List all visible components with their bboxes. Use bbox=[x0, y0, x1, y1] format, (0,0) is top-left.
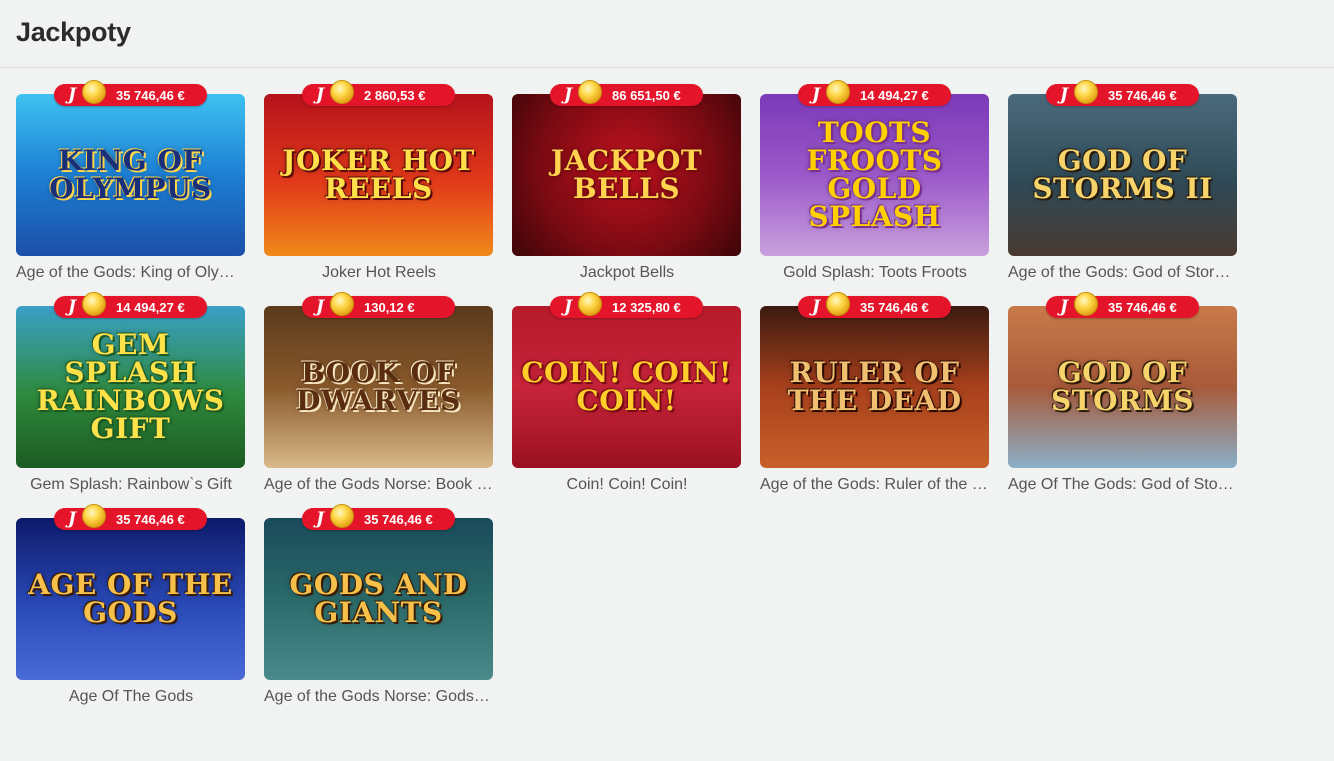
jackpot-letter: J bbox=[564, 85, 573, 105]
game-thumbnail[interactable]: Jackpot Bells bbox=[512, 94, 741, 256]
game-title[interactable]: Age of the Gods Norse: Book of ... bbox=[264, 476, 494, 494]
coin-icon bbox=[1074, 292, 1098, 316]
jackpot-letter: J bbox=[812, 297, 821, 317]
jackpot-amount: 35 746,46 € bbox=[116, 87, 185, 103]
game-title[interactable]: Age of the Gods: God of Storms 2 bbox=[1008, 264, 1238, 282]
coin-icon bbox=[82, 80, 106, 104]
game-title[interactable]: Gem Splash: Rainbow`s Gift bbox=[16, 476, 246, 494]
game-tile[interactable]: Gem Splash Rainbows Gift J 14 494,27 € Gem … bbox=[16, 292, 246, 518]
jackpot-badge: J 14 494,27 € bbox=[798, 80, 951, 106]
game-tile[interactable]: Gods and Giants J 35 746,46 € Age of the Go… bbox=[264, 504, 494, 730]
game-thumbnail[interactable]: God of Storms bbox=[1008, 306, 1237, 468]
game-title[interactable]: Joker Hot Reels bbox=[264, 264, 494, 282]
game-title[interactable]: Age Of The Gods: God of Storms bbox=[1008, 476, 1238, 494]
jackpot-letter: J bbox=[68, 509, 77, 529]
game-thumbnail[interactable]: Gem Splash Rainbows Gift bbox=[16, 306, 245, 468]
game-logo: Coin! Coin! Coin! bbox=[521, 356, 732, 417]
coin-icon bbox=[578, 292, 602, 316]
game-title[interactable]: Age of the Gods Norse: Gods an... bbox=[264, 688, 494, 706]
game-logo: God of Storms bbox=[1051, 356, 1194, 417]
jackpot-amount: 35 746,46 € bbox=[1108, 87, 1177, 103]
game-tile[interactable]: Coin! Coin! Coin! J 12 325,80 € Coin! Coin!… bbox=[512, 292, 742, 518]
jackpot-letter: J bbox=[1060, 297, 1069, 317]
game-logo: Jackpot Bells bbox=[550, 144, 703, 205]
jackpot-badge: J 130,12 € bbox=[302, 292, 455, 318]
jackpot-amount: 35 746,46 € bbox=[364, 511, 433, 527]
jackpot-badge: J 35 746,46 € bbox=[54, 504, 207, 530]
game-title[interactable]: Jackpot Bells bbox=[512, 264, 742, 282]
jackpot-badge: J 35 746,46 € bbox=[1046, 292, 1199, 318]
game-title[interactable]: Age of the Gods: Ruler of the De... bbox=[760, 476, 990, 494]
jackpot-amount: 35 746,46 € bbox=[116, 511, 185, 527]
coin-icon bbox=[1074, 80, 1098, 104]
page-title: Jackpoty bbox=[16, 17, 131, 47]
game-tile[interactable]: Age of the Gods J 35 746,46 € Age Of The Go… bbox=[16, 504, 246, 730]
game-thumbnail[interactable]: Gods and Giants bbox=[264, 518, 493, 680]
jackpot-amount: 86 651,50 € bbox=[612, 87, 681, 103]
jackpot-letter: J bbox=[68, 297, 77, 317]
jackpot-letter: J bbox=[316, 297, 325, 317]
game-title[interactable]: Age Of The Gods bbox=[16, 688, 246, 706]
coin-icon bbox=[826, 292, 850, 316]
jackpot-amount: 130,12 € bbox=[364, 299, 415, 315]
game-thumbnail[interactable]: Ruler of the Dead bbox=[760, 306, 989, 468]
coin-icon bbox=[82, 504, 106, 528]
game-logo: Gods and Giants bbox=[289, 568, 468, 629]
game-thumbnail[interactable]: King of Olympus bbox=[16, 94, 245, 256]
coin-icon bbox=[330, 292, 354, 316]
game-title[interactable]: Coin! Coin! Coin! bbox=[512, 476, 742, 494]
game-grid: King of Olympus J 35 746,46 € Age of the Go… bbox=[0, 68, 1334, 730]
game-tile[interactable]: King of Olympus J 35 746,46 € Age of the Go… bbox=[16, 80, 246, 306]
jackpot-amount: 2 860,53 € bbox=[364, 87, 426, 103]
game-title[interactable]: Gold Splash: Toots Froots bbox=[760, 264, 990, 282]
game-thumbnail[interactable]: Coin! Coin! Coin! bbox=[512, 306, 741, 468]
jackpot-letter: J bbox=[68, 85, 77, 105]
game-logo: Age of the Gods bbox=[28, 568, 233, 629]
jackpot-letter: J bbox=[812, 85, 821, 105]
jackpot-badge: J 35 746,46 € bbox=[1046, 80, 1199, 106]
coin-icon bbox=[330, 80, 354, 104]
coin-icon bbox=[826, 80, 850, 104]
coin-icon bbox=[82, 292, 106, 316]
game-thumbnail[interactable]: Book of Dwarves bbox=[264, 306, 493, 468]
game-tile[interactable]: God of Storms J 35 746,46 € Age Of The Gods… bbox=[1008, 292, 1238, 518]
game-tile[interactable]: Joker Hot Reels J 2 860,53 € Joker Hot Reel… bbox=[264, 80, 494, 306]
jackpot-amount: 35 746,46 € bbox=[1108, 299, 1177, 315]
game-thumbnail[interactable]: Toots Froots Gold Splash bbox=[760, 94, 989, 256]
game-title[interactable]: Age of the Gods: King of Olymp... bbox=[16, 264, 246, 282]
jackpot-badge: J 86 651,50 € bbox=[550, 80, 703, 106]
coin-icon bbox=[578, 80, 602, 104]
jackpot-badge: J 35 746,46 € bbox=[302, 504, 455, 530]
jackpot-letter: J bbox=[1060, 85, 1069, 105]
game-logo: Gem Splash Rainbows Gift bbox=[36, 328, 225, 445]
jackpot-badge: J 2 860,53 € bbox=[302, 80, 455, 106]
jackpot-badge: J 14 494,27 € bbox=[54, 292, 207, 318]
jackpot-badge: J 35 746,46 € bbox=[54, 80, 207, 106]
game-tile[interactable]: God of Storms II J 35 746,46 € Age of the G… bbox=[1008, 80, 1238, 306]
jackpot-letter: J bbox=[564, 297, 573, 317]
game-tile[interactable]: Jackpot Bells J 86 651,50 € Jackpot Bells bbox=[512, 80, 742, 306]
game-tile[interactable]: Toots Froots Gold Splash J 14 494,27 € Gold… bbox=[760, 80, 990, 306]
jackpot-letter: J bbox=[316, 509, 325, 529]
jackpot-amount: 14 494,27 € bbox=[860, 87, 929, 103]
game-thumbnail[interactable]: God of Storms II bbox=[1008, 94, 1237, 256]
game-logo: Joker Hot Reels bbox=[282, 144, 475, 205]
jackpot-badge: J 35 746,46 € bbox=[798, 292, 951, 318]
jackpot-amount: 12 325,80 € bbox=[612, 299, 681, 315]
game-tile[interactable]: Ruler of the Dead J 35 746,46 € Age of the … bbox=[760, 292, 990, 518]
game-logo: Toots Froots Gold Splash bbox=[806, 116, 943, 233]
game-logo: Book of Dwarves bbox=[296, 356, 461, 417]
jackpot-badge: J 12 325,80 € bbox=[550, 292, 703, 318]
game-logo: Ruler of the Dead bbox=[787, 356, 962, 417]
game-logo: God of Storms II bbox=[1032, 144, 1213, 205]
jackpot-amount: 14 494,27 € bbox=[116, 299, 185, 315]
coin-icon bbox=[330, 504, 354, 528]
game-logo: King of Olympus bbox=[49, 144, 212, 205]
game-thumbnail[interactable]: Age of the Gods bbox=[16, 518, 245, 680]
page-header: Jackpoty bbox=[0, 0, 1334, 68]
jackpot-amount: 35 746,46 € bbox=[860, 299, 929, 315]
jackpot-letter: J bbox=[316, 85, 325, 105]
game-thumbnail[interactable]: Joker Hot Reels bbox=[264, 94, 493, 256]
game-tile[interactable]: Book of Dwarves J 130,12 € Age of the Gods … bbox=[264, 292, 494, 518]
